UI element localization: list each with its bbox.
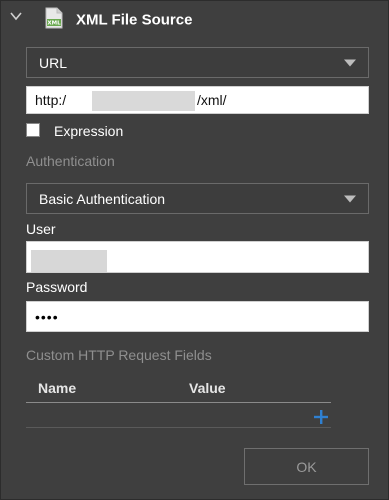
- redacted-url-segment: [92, 91, 195, 111]
- svg-text:XML: XML: [47, 21, 61, 27]
- plus-icon[interactable]: [313, 409, 329, 425]
- panel-title: XML File Source: [76, 11, 193, 29]
- password-label: Password: [26, 279, 88, 295]
- column-header-value[interactable]: Value: [189, 380, 226, 396]
- custom-fields-section-label: Custom HTTP Request Fields: [26, 347, 212, 363]
- ok-button[interactable]: OK: [244, 448, 369, 485]
- url-prefix: http:/: [35, 92, 67, 108]
- dropdown-arrow-icon: [344, 195, 356, 202]
- dropdown-arrow-icon: [344, 59, 356, 66]
- password-input[interactable]: ••••: [26, 301, 369, 332]
- authentication-dropdown[interactable]: Basic Authentication: [26, 183, 369, 214]
- table-header-divider: [26, 402, 331, 403]
- panel-header[interactable]: XML XML File Source: [1, 1, 389, 37]
- chevron-down-icon[interactable]: [9, 9, 23, 23]
- url-suffix: /xml/: [197, 92, 227, 108]
- source-type-dropdown[interactable]: URL: [26, 47, 369, 78]
- authentication-value: Basic Authentication: [39, 190, 166, 207]
- authentication-section-label: Authentication: [26, 153, 115, 169]
- redacted-user-value: [31, 250, 107, 272]
- url-input[interactable]: http:/ /xml/: [26, 86, 369, 114]
- password-masked-value: ••••: [35, 308, 59, 325]
- expression-checkbox[interactable]: [26, 123, 40, 137]
- column-header-name[interactable]: Name: [38, 380, 76, 396]
- source-type-value: URL: [39, 54, 68, 71]
- ok-button-label: OK: [296, 458, 317, 475]
- xml-file-icon: XML: [45, 7, 63, 29]
- table-bottom-divider: [26, 427, 331, 428]
- xml-file-source-panel: XML XML File Source URL http:/ /xml/ Exp…: [0, 0, 389, 500]
- user-label: User: [26, 221, 56, 237]
- user-input[interactable]: [26, 241, 369, 273]
- expression-label[interactable]: Expression: [54, 123, 123, 139]
